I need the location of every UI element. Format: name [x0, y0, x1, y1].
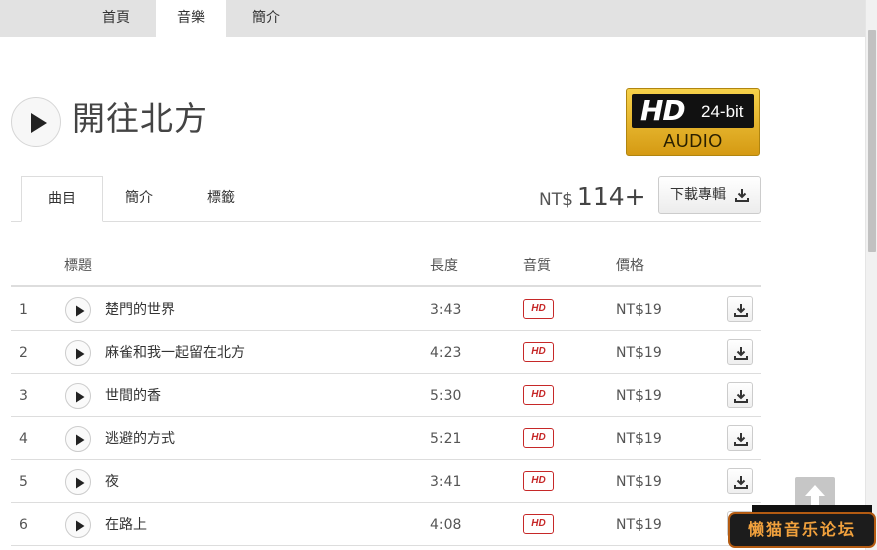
track-title: 逃避的方式 [105, 431, 175, 447]
track-price: NT$19 [616, 345, 662, 361]
badge-dark-panel: HD 24-bit [632, 94, 754, 128]
album-price: NT$ 114+ [539, 178, 646, 219]
header-quality: 音質 [523, 258, 551, 274]
download-track-button[interactable] [727, 425, 753, 451]
download-icon [734, 476, 748, 489]
subtab-tracklist[interactable]: 曲目 [21, 176, 103, 222]
track-length: 4:08 [430, 517, 462, 533]
play-track-button[interactable] [65, 426, 91, 452]
track-title: 夜 [105, 474, 119, 490]
hd-quality-badge: HD [523, 514, 554, 534]
hd-24bit-audio-badge: HD 24-bit AUDIO [626, 88, 760, 156]
hd-quality-badge: HD [523, 471, 554, 491]
hd-quality-badge: HD [523, 299, 554, 319]
track-title: 在路上 [105, 517, 147, 533]
page-scrollbar[interactable] [865, 0, 877, 550]
album-title: 開往北方 [72, 99, 208, 138]
play-icon [31, 113, 47, 133]
track-price: NT$19 [616, 517, 662, 533]
track-length: 5:30 [430, 388, 462, 404]
badge-audio-text: AUDIO [663, 131, 723, 151]
track-row: 1 楚門的世界 3:43 HD NT$19 [11, 288, 761, 331]
play-track-button[interactable] [65, 340, 91, 366]
play-icon [76, 477, 85, 489]
download-icon [735, 189, 749, 202]
track-price: NT$19 [616, 431, 662, 447]
track-number: 5 [19, 474, 28, 490]
badge-hd-text: HD [640, 94, 686, 127]
download-icon [734, 433, 748, 446]
track-price: NT$19 [616, 302, 662, 318]
track-title: 楚門的世界 [105, 302, 175, 318]
subtab-tags[interactable]: 標籤 [185, 176, 257, 222]
track-length: 4:23 [430, 345, 462, 361]
download-icon [734, 347, 748, 360]
album-subtabs: 曲目 簡介 標籤 [11, 176, 761, 222]
play-icon [76, 434, 85, 446]
track-title: 麻雀和我一起留在北方 [105, 345, 245, 361]
download-track-button[interactable] [727, 468, 753, 494]
hd-quality-badge: HD [523, 428, 554, 448]
track-row: 3 世間的香 5:30 HD NT$19 [11, 374, 761, 417]
header-price: 價格 [616, 258, 644, 274]
download-icon [734, 304, 748, 317]
play-track-button[interactable] [65, 383, 91, 409]
header-length: 長度 [430, 258, 458, 274]
play-icon [76, 348, 85, 360]
download-album-label: 下載專輯 [670, 187, 726, 203]
tracklist-header: 標題 長度 音質 價格 [11, 246, 761, 287]
track-number: 4 [19, 431, 28, 447]
header-title: 標題 [64, 258, 92, 274]
track-row: 2 麻雀和我一起留在北方 4:23 HD NT$19 [11, 331, 761, 374]
scrollbar-thumb[interactable] [868, 30, 876, 252]
watermark-text: 懒猫音乐论坛 [747, 520, 856, 539]
track-row: 4 逃避的方式 5:21 HD NT$19 [11, 417, 761, 460]
download-track-button[interactable] [727, 296, 753, 322]
track-number: 2 [19, 345, 28, 361]
download-icon [734, 390, 748, 403]
subtab-intro[interactable]: 簡介 [103, 176, 175, 222]
watermark-logo: 懒猫音乐论坛 [728, 512, 876, 548]
nav-tab-home[interactable]: 首頁 [78, 0, 154, 37]
play-icon [76, 305, 85, 317]
track-price: NT$19 [616, 474, 662, 490]
track-length: 3:43 [430, 302, 462, 318]
hd-quality-badge: HD [523, 385, 554, 405]
badge-bit-text: 24-bit [701, 102, 744, 121]
hd-quality-badge: HD [523, 342, 554, 362]
play-track-button[interactable] [65, 297, 91, 323]
track-number: 3 [19, 388, 28, 404]
play-icon [76, 520, 85, 532]
play-album-button[interactable] [11, 97, 61, 147]
track-number: 1 [19, 302, 28, 318]
price-currency: NT$ [539, 190, 573, 210]
play-track-button[interactable] [65, 512, 91, 538]
nav-tab-music[interactable]: 音樂 [156, 0, 226, 37]
track-length: 3:41 [430, 474, 462, 490]
play-track-button[interactable] [65, 469, 91, 495]
download-track-button[interactable] [727, 382, 753, 408]
download-track-button[interactable] [727, 339, 753, 365]
track-length: 5:21 [430, 431, 462, 447]
track-number: 6 [19, 517, 28, 533]
track-title: 世間的香 [105, 388, 161, 404]
nav-tab-intro[interactable]: 簡介 [228, 0, 304, 37]
download-album-button[interactable]: 下載專輯 [658, 176, 761, 214]
play-icon [76, 391, 85, 403]
track-price: NT$19 [616, 388, 662, 404]
track-row: 6 在路上 4:08 HD NT$19 [11, 503, 761, 546]
top-navigation: 首頁 音樂 簡介 [0, 0, 865, 37]
track-row: 5 夜 3:41 HD NT$19 [11, 460, 761, 503]
price-value: 114+ [576, 182, 646, 211]
